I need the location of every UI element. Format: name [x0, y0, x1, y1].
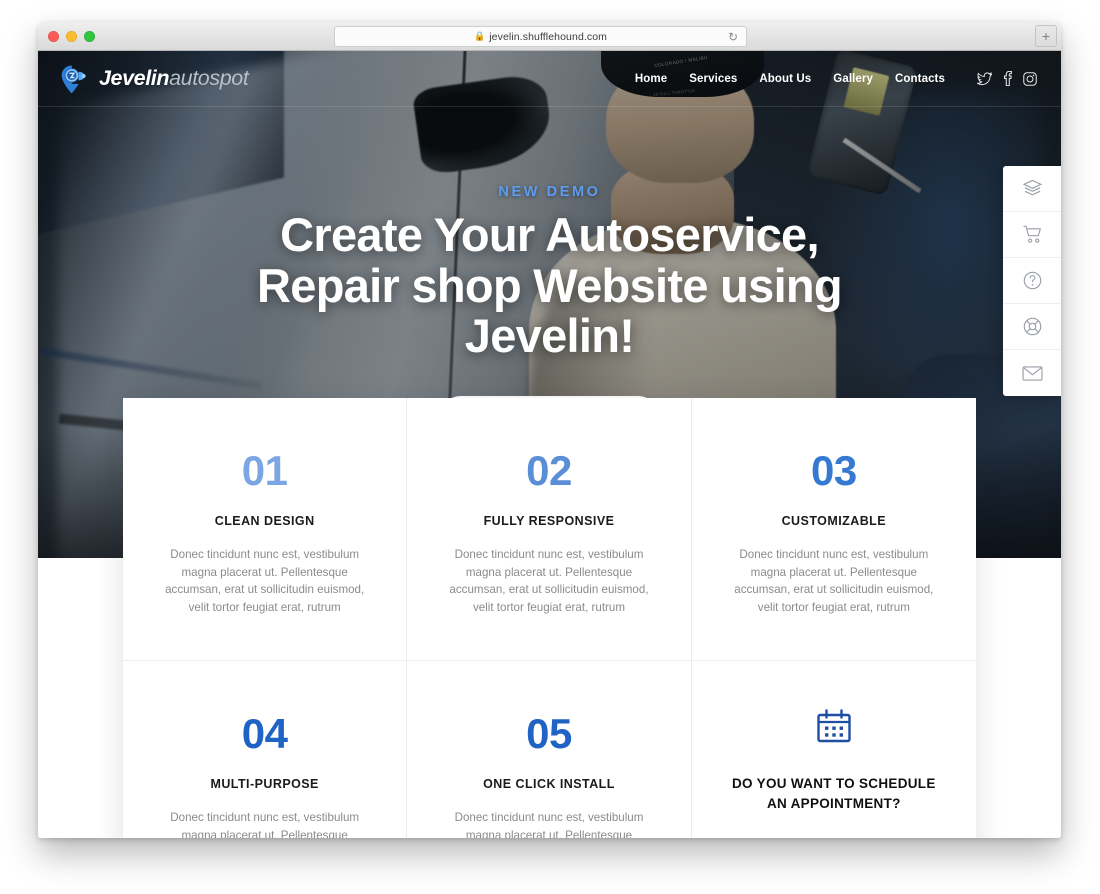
features-panel: 01 CLEAN DESIGN Donec tincidunt nunc est… [123, 398, 976, 838]
appointment-cta-title: DO YOU WANT TO SCHEDULE AN APPOINTMENT? [731, 776, 936, 811]
lifebuoy-icon [1023, 317, 1041, 336]
logo-name-light: autospot [169, 66, 249, 90]
site-logo[interactable]: Jevelinautospot [60, 64, 249, 94]
url-text: jevelin.shufflehound.com [489, 30, 608, 43]
feature-body: Donec tincidunt nunc est, vestibulum mag… [734, 548, 934, 614]
maximize-button[interactable] [84, 31, 95, 42]
facebook-icon[interactable] [1003, 71, 1012, 86]
browser-window: 🔒 jevelin.shufflehound.com ↻ + COLORADO … [38, 22, 1061, 838]
close-button[interactable] [48, 31, 59, 42]
feature-card-02: 02 FULLY RESPONSIVE Donec tincidunt nunc… [407, 398, 692, 662]
social-links [977, 71, 1037, 86]
side-panel-item-contact[interactable] [1003, 350, 1061, 396]
nav-item-contacts[interactable]: Contacts [895, 73, 945, 85]
floating-side-panel [1003, 166, 1061, 396]
feature-body: Donec tincidunt nunc est, vestibulum mag… [170, 811, 360, 838]
jevelin-pin-logo-icon [61, 65, 86, 93]
feature-title: MULTI-PURPOSE [210, 777, 319, 792]
feature-title: CUSTOMIZABLE [781, 514, 887, 528]
feature-number: 02 [526, 447, 572, 494]
new-tab-button[interactable]: + [1035, 25, 1057, 47]
twitter-icon[interactable] [977, 71, 992, 86]
hero-eyebrow: NEW DEMO [498, 183, 601, 200]
address-bar-content: 🔒 jevelin.shufflehound.com [474, 31, 607, 43]
calendar-icon [814, 707, 854, 752]
shopping-cart-icon [1023, 225, 1041, 243]
nav-item-services[interactable]: Services [689, 73, 737, 85]
window-controls [48, 31, 95, 42]
layers-icon [1022, 179, 1042, 196]
hero-headline: Create Your Autoservice, Repair shop Web… [257, 207, 843, 363]
envelope-icon [1021, 365, 1043, 381]
feature-title: CLEAN DESIGN [214, 514, 315, 528]
screenshot-stage: 🔒 jevelin.shufflehound.com ↻ + COLORADO … [0, 0, 1100, 894]
feature-title: FULLY RESPONSIVE [483, 514, 615, 528]
feature-card-01: 01 CLEAN DESIGN Donec tincidunt nunc est… [123, 398, 408, 662]
appointment-cta-card[interactable]: DO YOU WANT TO SCHEDULE AN APPOINTMENT? [692, 661, 976, 838]
question-mark-icon [1023, 271, 1041, 290]
lock-icon: 🔒 [473, 31, 486, 41]
logo-name-bold: Jevelin [99, 66, 170, 90]
address-bar[interactable]: 🔒 jevelin.shufflehound.com ↻ [334, 26, 747, 47]
side-panel-item-support[interactable] [1003, 304, 1061, 350]
feature-number: 05 [526, 710, 572, 758]
logo-wordmark: Jevelinautospot [99, 66, 249, 91]
nav-item-home[interactable]: Home [635, 73, 667, 85]
feature-body: Donec tincidunt nunc est, vestibulum mag… [454, 811, 644, 838]
reload-icon[interactable]: ↻ [728, 30, 738, 45]
side-panel-item-purchase[interactable] [1003, 212, 1061, 258]
features-grid: 01 CLEAN DESIGN Donec tincidunt nunc est… [123, 398, 976, 838]
instagram-icon[interactable] [1023, 71, 1037, 86]
feature-card-04: 04 MULTI-PURPOSE Donec tincidunt nunc es… [123, 661, 408, 838]
feature-card-03: 03 CUSTOMIZABLE Donec tincidunt nunc est… [691, 398, 976, 662]
feature-number: 03 [810, 447, 857, 494]
browser-chrome: 🔒 jevelin.shufflehound.com ↻ + [38, 22, 1061, 51]
feature-number: 01 [241, 447, 288, 494]
side-panel-item-layouts[interactable] [1003, 166, 1061, 212]
site-header: Jevelinautospot Home Services About Us G… [38, 51, 1061, 107]
main-navigation: Home Services About Us Gallery Contacts [635, 71, 1037, 86]
minimize-button[interactable] [66, 31, 77, 42]
feature-body: Donec tincidunt nunc est, vestibulum mag… [449, 548, 649, 614]
feature-number: 04 [241, 710, 288, 758]
feature-card-05: 05 ONE CLICK INSTALL Donec tincidunt nun… [407, 661, 692, 838]
feature-title: ONE CLICK INSTALL [483, 777, 615, 792]
page-viewport: COLORADO / MALIBU 40 FULL THROTTLE Jevel… [38, 51, 1061, 838]
nav-item-about-us[interactable]: About Us [759, 73, 811, 85]
side-panel-item-help[interactable] [1003, 258, 1061, 304]
feature-body: Donec tincidunt nunc est, vestibulum mag… [165, 548, 365, 614]
nav-item-gallery[interactable]: Gallery [833, 73, 873, 85]
